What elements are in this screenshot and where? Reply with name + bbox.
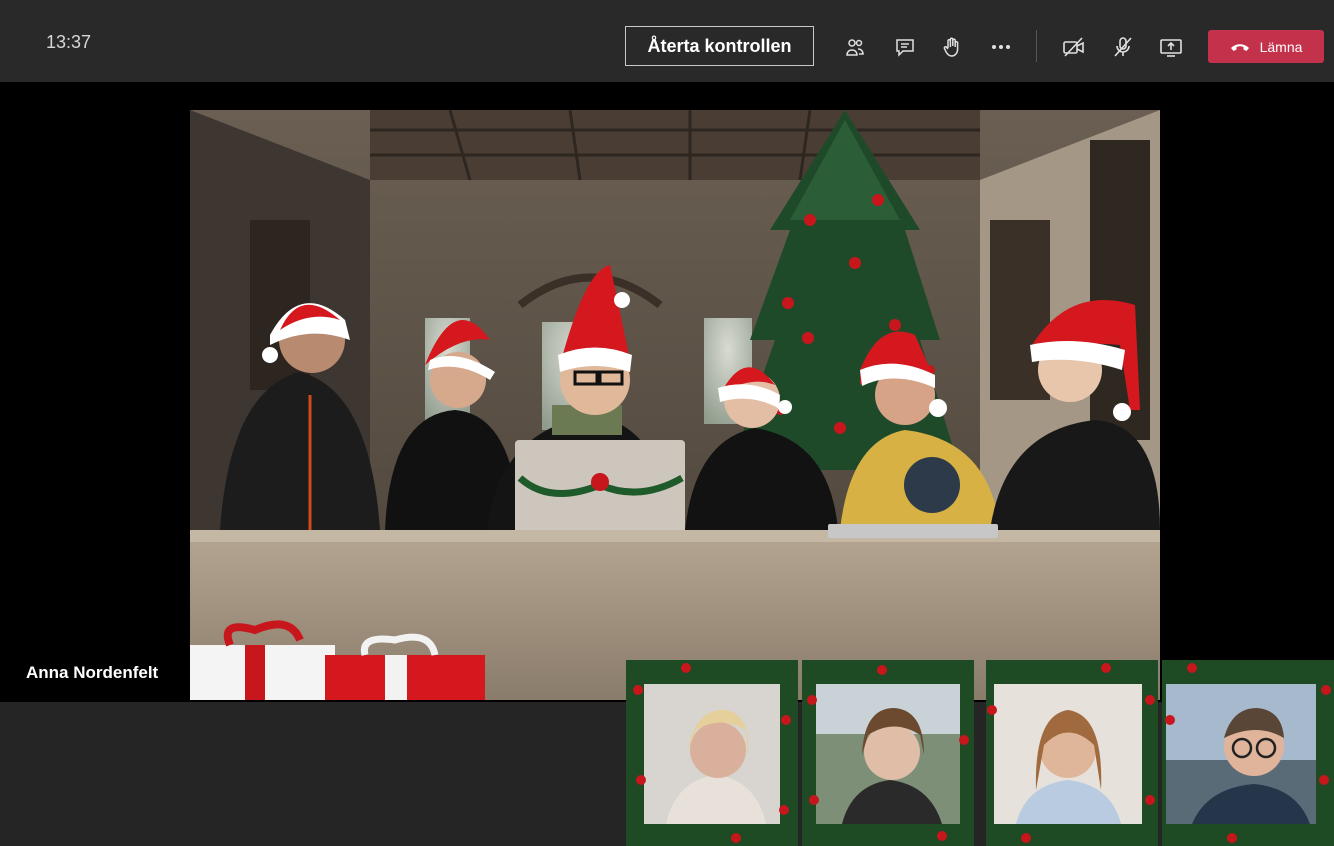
main-video-feed xyxy=(190,110,1160,700)
hang-up-icon xyxy=(1230,43,1249,51)
participants-icon[interactable] xyxy=(842,34,868,60)
share-screen-icon[interactable] xyxy=(1158,34,1184,60)
camera-off-icon[interactable] xyxy=(1061,34,1087,60)
take-back-control-button[interactable]: Återta kontrollen xyxy=(625,26,814,66)
toolbar-divider xyxy=(1036,30,1037,62)
speaker-name-label: Anna Nordenfelt xyxy=(26,663,159,682)
mic-off-icon[interactable] xyxy=(1110,34,1136,60)
meeting-toolbar: 13:37 Återta kontrollen Lämna xyxy=(0,0,1334,82)
leave-button[interactable]: Lämna xyxy=(1208,30,1324,63)
meeting-clock: 13:37 xyxy=(46,32,92,52)
participant-thumbnail[interactable] xyxy=(802,660,974,846)
participant-thumbnail[interactable] xyxy=(1162,660,1334,846)
chat-icon[interactable] xyxy=(892,34,918,60)
participant-thumbnail[interactable] xyxy=(626,660,798,846)
leave-label: Lämna xyxy=(1259,38,1303,55)
participant-thumbnails xyxy=(626,660,1334,846)
laptop xyxy=(515,440,685,545)
more-icon[interactable] xyxy=(988,34,1014,60)
together-mode-scene xyxy=(190,110,1160,700)
raise-hand-icon[interactable] xyxy=(939,34,965,60)
participant-thumbnail[interactable] xyxy=(986,660,1158,846)
